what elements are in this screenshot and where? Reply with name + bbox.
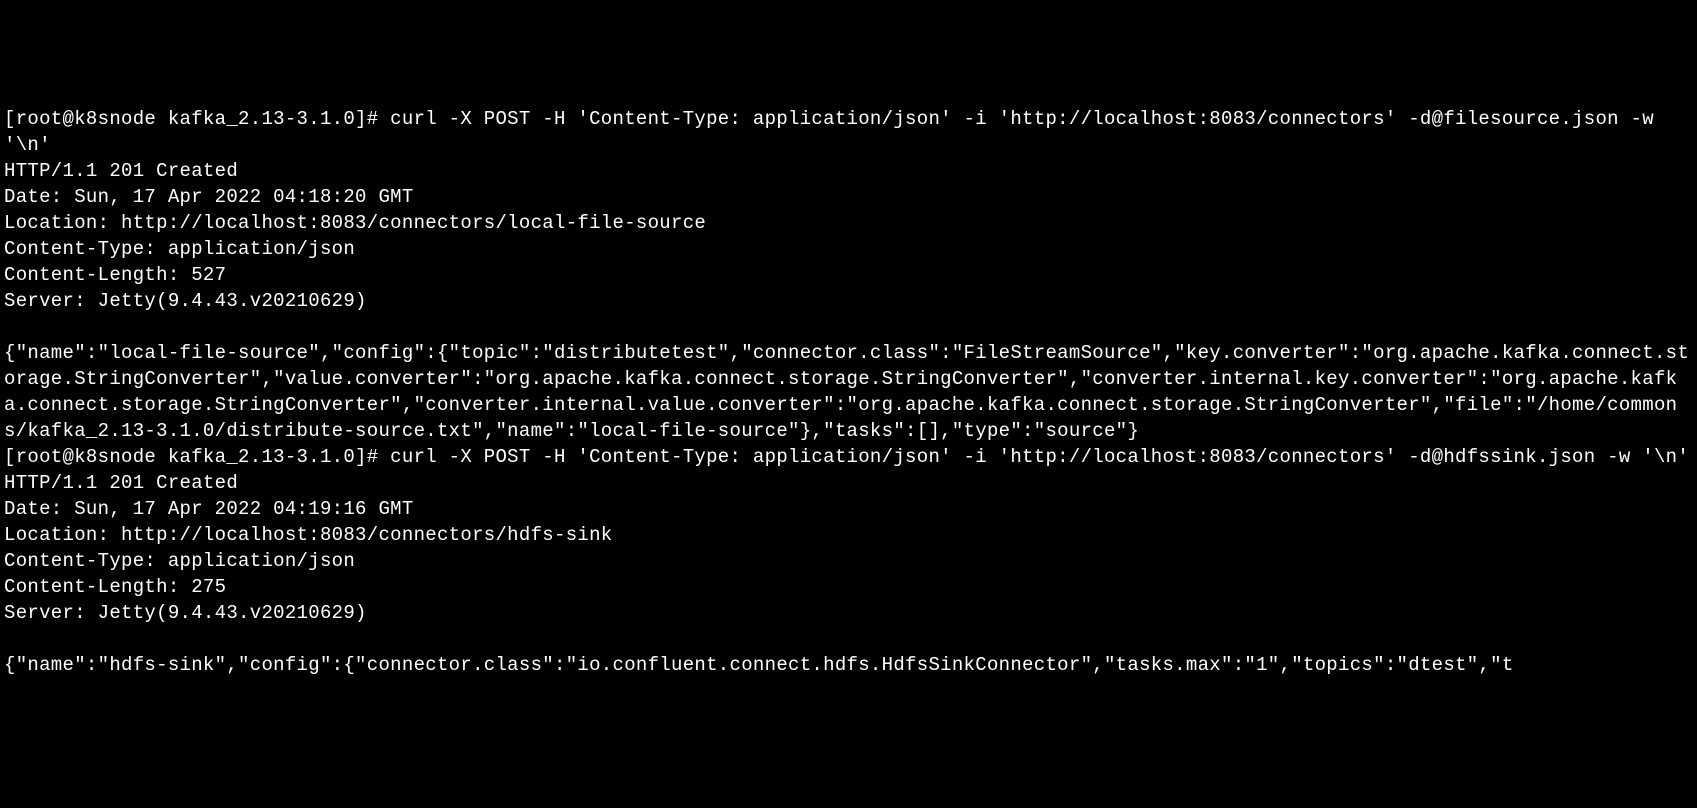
- http-location-1: Location: http://localhost:8083/connecto…: [4, 212, 706, 234]
- http-content-type-1: Content-Type: application/json: [4, 238, 355, 260]
- http-status-1: HTTP/1.1 201 Created: [4, 160, 238, 182]
- http-content-length-2: Content-Length: 275: [4, 576, 226, 598]
- json-response-body-2: {"name":"hdfs-sink","config":{"connector…: [4, 654, 1514, 676]
- http-content-length-1: Content-Length: 527: [4, 264, 226, 286]
- http-content-type-2: Content-Type: application/json: [4, 550, 355, 572]
- terminal-output[interactable]: [root@k8snode kafka_2.13-3.1.0]# curl -X…: [4, 106, 1693, 678]
- http-server-1: Server: Jetty(9.4.43.v20210629): [4, 290, 367, 312]
- shell-prompt-command-1: [root@k8snode kafka_2.13-3.1.0]# curl -X…: [4, 108, 1666, 156]
- shell-prompt-command-2: [root@k8snode kafka_2.13-3.1.0]# curl -X…: [4, 446, 1689, 468]
- http-date-1: Date: Sun, 17 Apr 2022 04:18:20 GMT: [4, 186, 414, 208]
- http-server-2: Server: Jetty(9.4.43.v20210629): [4, 602, 367, 624]
- http-location-2: Location: http://localhost:8083/connecto…: [4, 524, 613, 546]
- json-response-body-1: {"name":"local-file-source","config":{"t…: [4, 342, 1689, 442]
- http-date-2: Date: Sun, 17 Apr 2022 04:19:16 GMT: [4, 498, 414, 520]
- http-status-2: HTTP/1.1 201 Created: [4, 472, 238, 494]
